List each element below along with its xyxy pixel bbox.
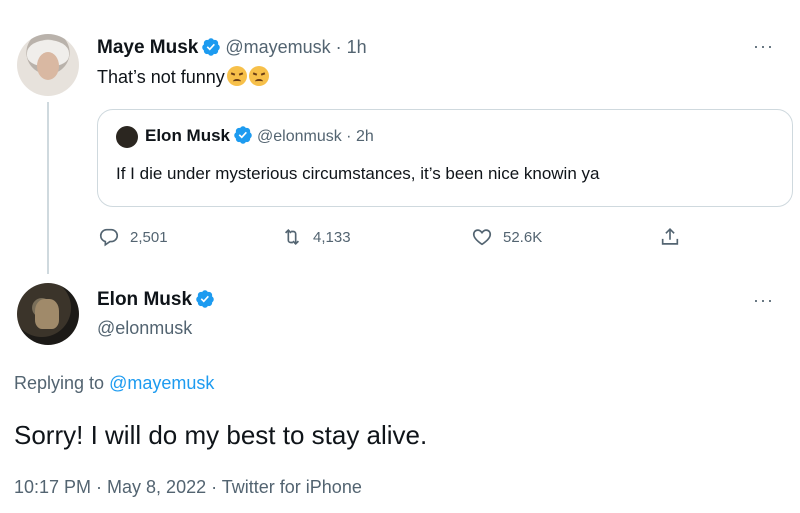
reply-icon xyxy=(99,228,119,247)
thread-line xyxy=(47,102,49,274)
author-name[interactable]: Maye Musk xyxy=(97,37,198,58)
quoted-author-handle: @elonmusk xyxy=(257,128,342,145)
separator-dot: · xyxy=(330,37,347,57)
verified-badge-icon xyxy=(234,126,252,144)
reply-author-name[interactable]: Elon Musk xyxy=(97,289,192,310)
quoted-tweet-card[interactable]: Elon Musk @elonmusk · 2h If I die under m… xyxy=(97,109,793,207)
heart-icon xyxy=(472,229,492,246)
quoted-tweet-time: 2h xyxy=(355,128,374,145)
avatar-maye-musk[interactable] xyxy=(17,34,79,96)
quoted-author-name: Elon Musk xyxy=(145,126,231,145)
reply-author-handle[interactable]: @elonmusk xyxy=(97,318,192,339)
author-handle[interactable]: @mayemusk xyxy=(225,37,330,57)
tweet-text-content: That’s not funny xyxy=(97,67,225,87)
reply-button[interactable]: 2,501 xyxy=(98,226,168,248)
verified-badge-icon xyxy=(196,290,214,308)
separator-dot: · xyxy=(341,128,356,145)
tweet-time[interactable]: 1h xyxy=(347,37,367,57)
angry-face-icon xyxy=(248,66,269,86)
quoted-tweet-text: If I die under mysterious circumstances,… xyxy=(116,164,600,183)
tweet-text: That’s not funny xyxy=(97,66,269,88)
angry-face-icon xyxy=(226,66,247,86)
retweet-icon xyxy=(284,228,300,246)
share-button[interactable] xyxy=(659,226,691,248)
tweet-meta: 10:17 PM · May 8, 2022 · Twitter for iPh… xyxy=(14,477,362,497)
retweet-count: 4,133 xyxy=(313,228,351,246)
quoted-tweet-header: Elon Musk @elonmusk · 2h xyxy=(145,125,374,146)
like-count: 52.6K xyxy=(503,228,543,246)
retweet-button[interactable]: 4,133 xyxy=(281,226,351,248)
verified-badge-icon xyxy=(202,38,221,56)
more-options-icon[interactable]: ··· xyxy=(753,36,774,57)
reply-tweet-text: Sorry! I will do my best to stay alive. xyxy=(14,420,428,450)
reply-count: 2,501 xyxy=(130,228,168,246)
like-button[interactable]: 52.6K xyxy=(471,226,542,248)
share-icon xyxy=(661,228,679,245)
tweet-header: Maye Musk @mayemusk · 1h xyxy=(97,37,367,59)
more-options-icon[interactable]: ··· xyxy=(753,290,774,311)
replying-to-line: Replying to @mayemusk xyxy=(14,373,214,394)
avatar-elon-musk[interactable] xyxy=(17,283,79,345)
reply-author-name-row: Elon Musk xyxy=(97,289,219,311)
replying-to-link[interactable]: @mayemusk xyxy=(109,373,214,393)
replying-to-label: Replying to xyxy=(14,373,110,393)
avatar-elon-musk-small xyxy=(116,126,138,148)
